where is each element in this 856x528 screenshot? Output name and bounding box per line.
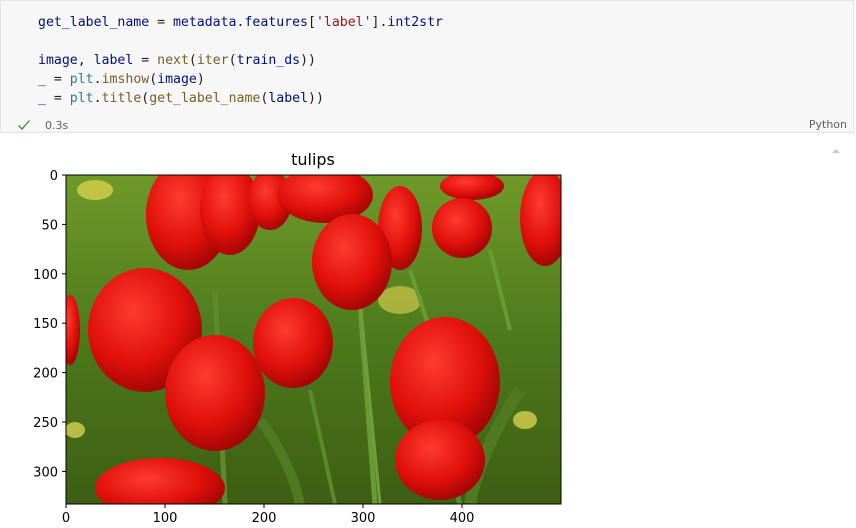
- code-token: )): [308, 91, 324, 107]
- code-token: iter: [196, 53, 229, 69]
- y-tick-label: 100: [33, 268, 58, 283]
- code-token: (: [228, 53, 237, 69]
- code-line: image, label = next(iter(train_ds)): [38, 53, 316, 68]
- code-token: image: [38, 53, 78, 69]
- y-tick-label: 250: [33, 416, 58, 431]
- y-tick-label: 50: [41, 218, 58, 233]
- code-line: _ = plt.imshow(image): [38, 72, 205, 87]
- plot-title: tulips: [291, 150, 335, 169]
- code-token: [: [308, 15, 316, 30]
- code-token: ,: [77, 53, 94, 69]
- code-token: _: [38, 91, 46, 107]
- x-tick-label: 200: [252, 511, 277, 526]
- code-token: title: [101, 91, 142, 107]
- code-token: train_ds: [236, 53, 301, 69]
- check-icon: [18, 120, 30, 130]
- code-token: 'label': [315, 15, 372, 30]
- code-token: )): [300, 53, 316, 69]
- code-token: label: [268, 91, 309, 107]
- code-line: _ = plt.title(get_label_name(label)): [38, 91, 324, 106]
- code-token: (: [188, 53, 197, 69]
- x-tick-label: 400: [450, 511, 475, 526]
- x-tick-label: 300: [351, 511, 376, 526]
- plot-output: tulips 0 100 200 300 400 050100150200250…: [33, 150, 562, 526]
- cell-status: 0.3s: [17, 117, 68, 133]
- x-tick-label: 0: [62, 511, 70, 526]
- code-token: label: [93, 53, 134, 69]
- y-tick-label: 200: [33, 367, 58, 382]
- x-tick-label: 100: [153, 511, 178, 526]
- code-token: next: [157, 53, 189, 69]
- code-token: get_label_name: [38, 15, 150, 30]
- code-token: plt: [69, 91, 94, 107]
- code-token: get_label_name: [149, 91, 261, 107]
- code-token: =: [45, 72, 70, 88]
- y-tick-label: 150: [33, 317, 58, 332]
- code-token: imshow: [101, 72, 150, 88]
- code-token: =: [149, 15, 173, 30]
- code-token: (: [149, 72, 158, 88]
- code-token: =: [133, 53, 158, 69]
- code-token: int2str: [387, 15, 443, 30]
- code-token: ].: [371, 15, 388, 30]
- y-axis: 0 50 100 150 200 250 300: [33, 169, 66, 480]
- y-tick-label: 300: [33, 465, 58, 480]
- execution-time: 0.3s: [45, 118, 69, 132]
- code-token: plt: [69, 72, 94, 88]
- code-token: image: [157, 72, 197, 88]
- y-tick-label: 0: [50, 169, 58, 184]
- code-token: .: [93, 72, 102, 88]
- code-token: =: [45, 91, 70, 107]
- code-token: ): [196, 72, 205, 88]
- code-token: features: [244, 15, 308, 30]
- code-editor[interactable]: get_label_name = metadata. features['labe…: [38, 13, 443, 108]
- tulip-image: [66, 175, 561, 504]
- code-token: metadata: [172, 15, 237, 30]
- x-axis: 0 100 200 300 400: [62, 504, 475, 526]
- code-token: .: [93, 91, 102, 107]
- code-token: _: [38, 72, 46, 88]
- language-indicator[interactable]: Python: [809, 118, 847, 131]
- code-cell[interactable]: get_label_name = metadata. features['labe…: [0, 0, 854, 133]
- code-line: get_label_name = metadata.features['labe…: [38, 15, 443, 30]
